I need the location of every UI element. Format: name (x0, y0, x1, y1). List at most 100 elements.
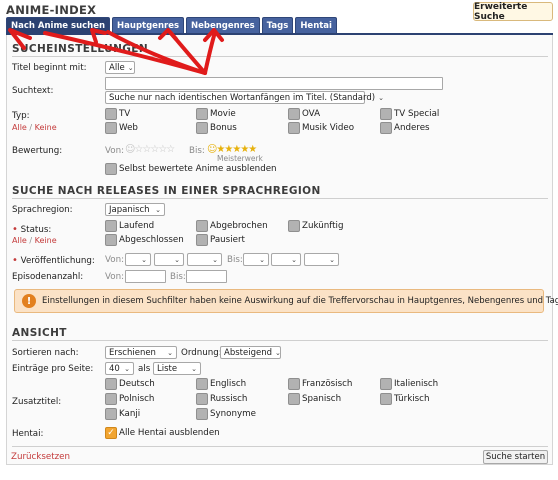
status-cancelled-checkbox[interactable] (196, 220, 208, 232)
type-musicvideo-label: Musik Video (302, 123, 355, 133)
publish-to-month-select[interactable]: ⌄ (271, 253, 301, 266)
type-other-checkbox[interactable] (380, 122, 392, 134)
episodes-from-input[interactable] (125, 270, 166, 283)
title-begins-label: Titel beginnt mit: (12, 63, 87, 73)
status-paused-label: Pausiert (210, 235, 245, 245)
hide-hentai-checkbox[interactable]: ✓ (105, 427, 117, 439)
status-running-checkbox[interactable] (105, 220, 117, 232)
type-select-links: Alle / Keine (12, 123, 57, 132)
type-all-link[interactable]: Alle (12, 123, 27, 132)
episodes-to-label: Bis: (170, 272, 186, 282)
status-finished-label: Abgeschlossen (119, 235, 184, 245)
tab-bar: Nach Anime suchen Hauptgenres Nebengenre… (6, 17, 337, 34)
publish-label: • Veröffentlichung: (12, 255, 95, 266)
publish-from-month-select[interactable]: ⌄ (154, 253, 184, 266)
type-musicvideo-checkbox[interactable] (288, 122, 300, 134)
tab-main-genres[interactable]: Hauptgenres (112, 17, 185, 34)
status-upcoming-checkbox[interactable] (288, 220, 300, 232)
tab-tags[interactable]: Tags (261, 17, 294, 34)
type-label: Typ: (12, 111, 30, 121)
subtitle-english-label: Englisch (210, 379, 247, 389)
subtitle-italian-checkbox[interactable] (380, 378, 392, 390)
publish-to-year-select[interactable]: ⌄ (304, 253, 339, 266)
advanced-search-button[interactable]: Erweiterte Suche (473, 2, 553, 22)
section-view: ANSICHT (12, 327, 67, 339)
status-all-link[interactable]: Alle (12, 236, 27, 245)
reset-link[interactable]: Zurücksetzen (11, 452, 70, 462)
type-tv-checkbox[interactable] (105, 108, 117, 120)
region-label: Sprachregion: (12, 205, 73, 215)
per-page-select[interactable]: 40 ⌄ (105, 362, 134, 375)
type-other-label: Anderes (394, 123, 430, 133)
tab-sub-genres[interactable]: Nebengenres (186, 17, 260, 34)
type-bonus-label: Bonus (210, 123, 237, 133)
searchtext-input[interactable] (105, 77, 443, 90)
type-movie-checkbox[interactable] (196, 108, 208, 120)
search-button[interactable]: Suche starten (483, 450, 548, 464)
type-web-label: Web (119, 123, 138, 133)
rating-from-stars[interactable]: ☺☆☆☆☆☆ (125, 144, 175, 155)
publish-from-year-select[interactable]: ⌄ (187, 253, 222, 266)
region-select[interactable]: Japanisch ⌄ (105, 203, 165, 216)
status-label: • Status: (12, 224, 52, 235)
tab-hentai[interactable]: Hentai (295, 17, 337, 34)
order-select[interactable]: Absteigend ⌄ (220, 346, 281, 359)
rating-to-caption: Meisterwerk (217, 154, 263, 163)
episodes-to-input[interactable] (186, 270, 227, 283)
tab-search-anime[interactable]: Nach Anime suchen (6, 17, 111, 34)
status-finished-checkbox[interactable] (105, 234, 117, 246)
subtitle-english-checkbox[interactable] (196, 378, 208, 390)
page-title: ANIME-INDEX (6, 3, 97, 17)
type-tv-label: TV (119, 109, 131, 119)
type-none-link[interactable]: Keine (35, 123, 57, 132)
subtitle-french-checkbox[interactable] (288, 378, 300, 390)
subtitle-turkish-checkbox[interactable] (380, 393, 392, 405)
sort-label: Sortieren nach: (12, 348, 79, 358)
status-running-label: Laufend (119, 221, 155, 231)
separator: / (29, 236, 33, 245)
divider (12, 446, 548, 447)
hide-rated-label: Selbst bewertete Anime ausblenden (119, 164, 277, 174)
episodes-from-label: Von: (105, 272, 125, 282)
publish-from-day-select[interactable]: ⌄ (125, 253, 151, 266)
hide-rated-checkbox[interactable] (105, 163, 117, 175)
subtitle-italian-label: Italienisch (394, 379, 439, 389)
subtitle-synonyms-label: Synonyme (210, 409, 256, 419)
status-select-links: Alle / Keine (12, 236, 57, 245)
sort-select[interactable]: Erschienen ⌄ (105, 346, 177, 359)
subtitle-polish-checkbox[interactable] (105, 393, 117, 405)
status-paused-checkbox[interactable] (196, 234, 208, 246)
order-label: Ordnung: (181, 348, 222, 358)
episodes-label: Episodenanzahl: (12, 272, 84, 282)
type-web-checkbox[interactable] (105, 122, 117, 134)
subtitle-kanji-checkbox[interactable] (105, 408, 117, 420)
type-ova-checkbox[interactable] (288, 108, 300, 120)
rating-label: Bewertung: (12, 146, 63, 156)
subtitle-german-checkbox[interactable] (105, 378, 117, 390)
type-bonus-checkbox[interactable] (196, 122, 208, 134)
type-tvspecial-label: TV Special (394, 109, 440, 119)
subtitle-kanji-label: Kanji (119, 409, 141, 419)
searchtext-mode-select[interactable]: Suche nur nach identischen Wortanfängen … (105, 91, 384, 104)
subtitle-spanish-checkbox[interactable] (288, 393, 300, 405)
type-tvspecial-checkbox[interactable] (380, 108, 392, 120)
status-none-link[interactable]: Keine (35, 236, 57, 245)
info-text: Einstellungen in diesem Suchfilter haben… (42, 296, 558, 306)
subtitle-french-label: Französisch (302, 379, 353, 389)
rating-from-label: Von: (105, 146, 125, 156)
info-notice: ! Einstellungen in diesem Suchfilter hab… (14, 289, 558, 313)
rating-to-label: Bis: (189, 146, 205, 156)
subtitle-spanish-label: Spanisch (302, 394, 342, 404)
hide-hentai-label: Alle Hentai ausblenden (119, 428, 220, 438)
subtitle-russian-checkbox[interactable] (196, 393, 208, 405)
per-page-label: Einträge pro Seite: (12, 364, 94, 374)
divider (12, 198, 548, 199)
divider (12, 56, 548, 57)
divider (12, 340, 548, 341)
publish-to-day-select[interactable]: ⌄ (243, 253, 269, 266)
subtitle-synonyms-checkbox[interactable] (196, 408, 208, 420)
subtitle-polish-label: Polnisch (119, 394, 155, 404)
section-releases: SUCHE NACH RELEASES IN EINER SPRACHREGIO… (12, 185, 321, 197)
display-mode-select[interactable]: Liste ⌄ (153, 362, 201, 375)
title-begins-select[interactable]: Alle ⌄ (105, 61, 135, 74)
